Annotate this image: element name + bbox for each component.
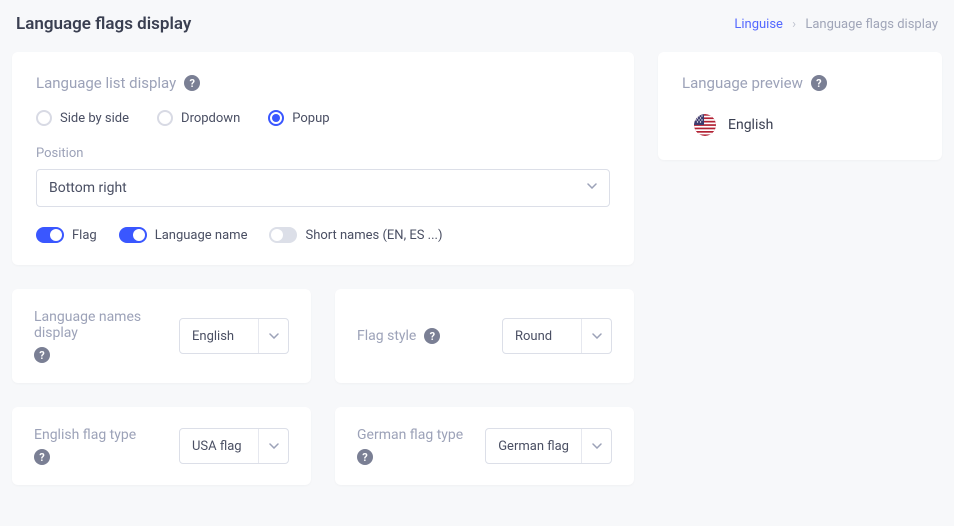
flag-usa-icon xyxy=(694,114,716,136)
german-flag-type-select[interactable]: German flag xyxy=(485,428,612,464)
german-flag-type-label: German flag type xyxy=(357,427,463,443)
english-flag-type-label: English flag type xyxy=(34,427,136,443)
language-names-display-select[interactable]: English xyxy=(179,318,289,354)
radio-circle-icon xyxy=(157,110,173,126)
toggle-flag-label: Flag xyxy=(72,228,97,243)
radio-circle-icon xyxy=(36,110,52,126)
toggle-language-name-label: Language name xyxy=(155,228,248,243)
chevron-down-icon xyxy=(258,319,288,353)
page-title: Language flags display xyxy=(16,14,191,34)
help-icon[interactable]: ? xyxy=(34,347,50,363)
chevron-down-icon xyxy=(258,429,288,463)
radio-dropdown[interactable]: Dropdown xyxy=(157,110,240,126)
toggle-language-name[interactable] xyxy=(119,227,147,243)
language-names-display-card: Language names display ? English xyxy=(12,289,311,383)
radio-popup[interactable]: Popup xyxy=(268,110,329,126)
chevron-down-icon xyxy=(587,183,597,193)
toggle-row: Flag Language name Short names (EN, ES .… xyxy=(36,227,610,243)
english-flag-type-card: English flag type ? USA flag xyxy=(12,407,311,485)
radio-side-by-side[interactable]: Side by side xyxy=(36,110,129,126)
help-icon[interactable]: ? xyxy=(357,449,373,465)
flag-style-label: Flag style xyxy=(357,328,416,344)
radio-circle-icon xyxy=(268,110,284,126)
toggle-short-names[interactable] xyxy=(269,227,297,243)
toggle-flag[interactable] xyxy=(36,227,64,243)
breadcrumb-root-link[interactable]: Linguise xyxy=(734,17,783,32)
language-names-display-label: Language names display xyxy=(34,309,163,341)
chevron-down-icon xyxy=(581,429,611,463)
chevron-down-icon xyxy=(581,319,611,353)
breadcrumb-separator: › xyxy=(792,17,796,32)
breadcrumb: Linguise › Language flags display xyxy=(734,17,938,32)
german-flag-type-card: German flag type ? German flag xyxy=(335,407,634,485)
language-list-display-heading: Language list display ? xyxy=(36,74,610,92)
help-icon[interactable]: ? xyxy=(811,75,827,91)
preview-language-label: English xyxy=(728,117,773,133)
language-preview-heading: Language preview ? xyxy=(682,74,918,92)
display-mode-radio-group: Side by side Dropdown Popup xyxy=(36,110,610,126)
language-list-display-card: Language list display ? Side by side Dro… xyxy=(12,52,634,265)
toggle-short-names-label: Short names (EN, ES ...) xyxy=(305,228,442,243)
flag-style-card: Flag style ? Round xyxy=(335,289,634,383)
flag-style-select[interactable]: Round xyxy=(502,318,612,354)
position-select[interactable]: Bottom right xyxy=(36,169,610,207)
language-preview-card: Language preview ? xyxy=(658,52,942,160)
position-label: Position xyxy=(36,146,610,161)
breadcrumb-current: Language flags display xyxy=(805,17,938,32)
help-icon[interactable]: ? xyxy=(184,75,200,91)
help-icon[interactable]: ? xyxy=(424,328,440,344)
english-flag-type-select[interactable]: USA flag xyxy=(179,428,289,464)
help-icon[interactable]: ? xyxy=(34,449,50,465)
